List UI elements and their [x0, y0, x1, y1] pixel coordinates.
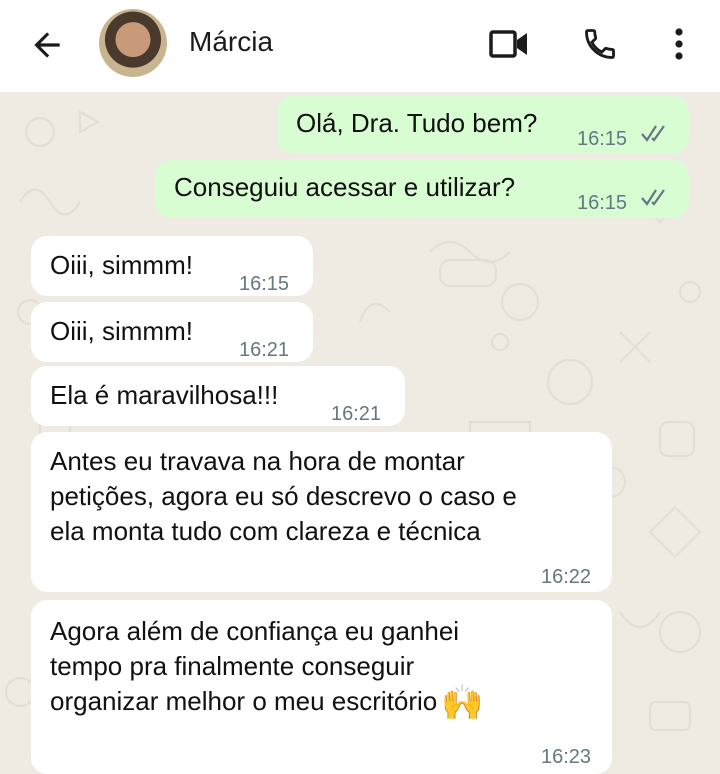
video-call-icon [489, 30, 527, 58]
incoming-message[interactable]: Agora além de confiança eu ganhei tempo … [31, 600, 612, 774]
message-text: Oiii, simmm! [50, 316, 193, 346]
message-line-text: organizar melhor o meu escritório [50, 686, 438, 716]
message-text: Oiii, simmm! [50, 250, 193, 280]
message-line: organizar melhor o meu escritório 🙌 [50, 684, 484, 721]
message-time: 16:15 [577, 128, 628, 150]
outgoing-message[interactable]: Olá, Dra. Tudo bem? 16:15 [277, 96, 689, 154]
message-line: Antes eu travava na hora de montar [50, 446, 465, 476]
message-line: Agora além de confiança eu ganhei [50, 616, 460, 646]
chat-area[interactable]: Olá, Dra. Tudo bem? 16:15 Conseguiu aces… [0, 92, 720, 774]
message-line: petições, agora eu só descrevo o caso e [50, 481, 517, 511]
voice-call-button[interactable] [578, 22, 622, 66]
arrow-back-icon[interactable] [28, 26, 66, 64]
incoming-message[interactable]: Oiii, simmm! 16:15 [31, 236, 313, 296]
message-text: Conseguiu acessar e utilizar? [174, 172, 516, 202]
phone-icon [585, 29, 615, 59]
message-time: 16:22 [541, 566, 592, 588]
message-time: 16:23 [541, 746, 592, 768]
incoming-message[interactable]: Oiii, simmm! 16:21 [31, 302, 313, 362]
raising-hands-emoji: 🙌 [441, 684, 484, 722]
double-check-icon [641, 189, 665, 206]
message-text: Ela é maravilhosa!!! [50, 380, 279, 410]
incoming-message[interactable]: Ela é maravilhosa!!! 16:21 [31, 366, 405, 426]
more-vertical-icon [675, 28, 683, 60]
message-time: 16:15 [577, 192, 628, 214]
message-time: 16:21 [239, 339, 290, 361]
incoming-message[interactable]: Antes eu travava na hora de montar petiç… [31, 432, 612, 592]
message-line: ela monta tudo com clareza e técnica [50, 516, 481, 546]
message-time: 16:15 [239, 273, 290, 295]
contact-name[interactable]: Márcia [189, 26, 273, 58]
more-options-button[interactable] [664, 22, 694, 66]
message-text: Olá, Dra. Tudo bem? [296, 108, 538, 138]
contact-avatar[interactable] [99, 9, 167, 77]
message-line: tempo pra finalmente conseguir [50, 651, 415, 681]
double-check-icon [641, 125, 665, 142]
message-time: 16:21 [331, 403, 382, 425]
chat-header: Márcia [0, 0, 720, 92]
outgoing-message[interactable]: Conseguiu acessar e utilizar? 16:15 [155, 160, 689, 218]
video-call-button[interactable] [486, 24, 532, 64]
